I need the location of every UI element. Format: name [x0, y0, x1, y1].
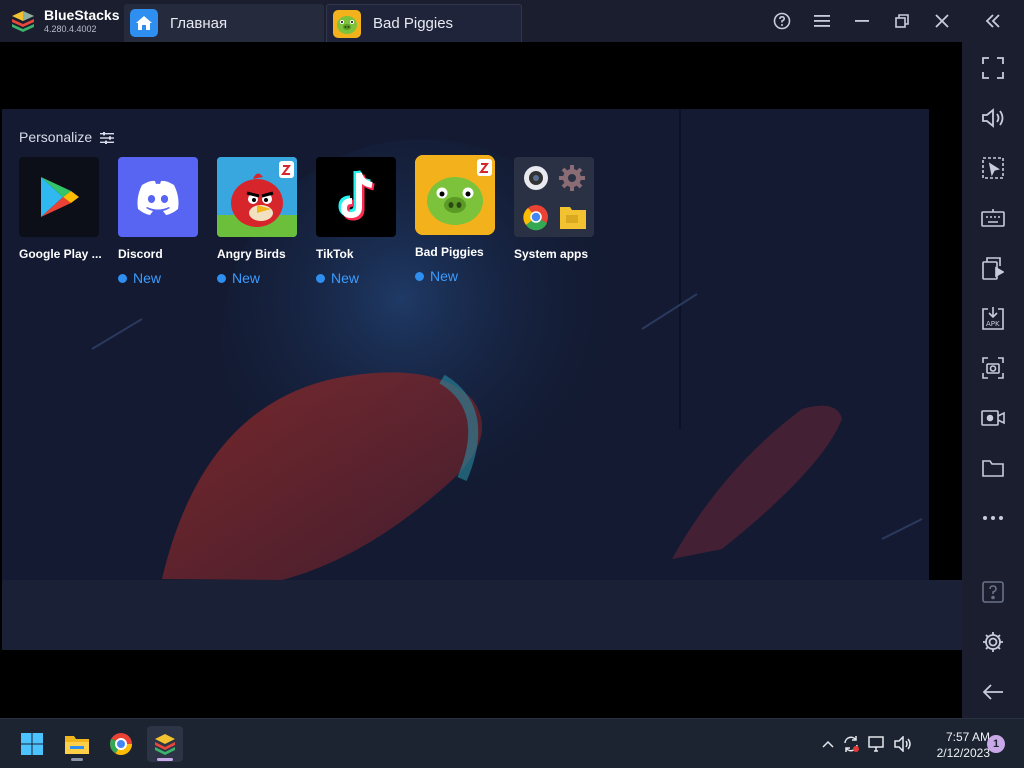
screenshot-icon[interactable]	[962, 348, 1024, 388]
app-bad-piggies[interactable]: Bad Piggies New	[415, 155, 514, 286]
running-indicator	[71, 758, 83, 761]
bluestacks-logo-icon	[10, 8, 36, 34]
new-badge: New	[316, 270, 415, 286]
active-indicator	[157, 758, 173, 761]
personalize-label: Personalize	[19, 129, 93, 145]
record-icon[interactable]	[962, 398, 1024, 438]
tab-bad-piggies-label: Bad Piggies	[373, 15, 454, 32]
new-dot-icon	[118, 273, 127, 283]
new-label: New	[430, 268, 459, 284]
fullscreen-icon[interactable]	[962, 48, 1024, 88]
new-dot-icon	[217, 273, 226, 283]
app-name: TikTok	[316, 247, 354, 261]
more-icon[interactable]	[962, 498, 1024, 538]
angry-birds-icon	[217, 157, 297, 237]
tab-home[interactable]: Главная	[124, 4, 324, 42]
home-icon	[130, 9, 158, 37]
brand-version: 4.280.4.4002	[44, 24, 97, 34]
select-area-icon[interactable]	[962, 148, 1024, 188]
chrome-icon[interactable]	[103, 726, 139, 762]
title-bar: BlueStacks 4.280.4.4002 Главная Bad Pigg…	[0, 0, 1024, 42]
app-grid: Google Play ... Discord New Angry Birds	[19, 155, 613, 286]
bluestacks-brand: BlueStacks 4.280.4.4002	[0, 0, 124, 42]
menu-icon[interactable]	[802, 0, 842, 42]
back-icon[interactable]	[962, 672, 1024, 712]
sync-icon[interactable]	[838, 735, 864, 753]
letterbox-right	[929, 109, 962, 580]
system-tray	[818, 719, 916, 768]
bluestacks-window: BlueStacks 4.280.4.4002 Главная Bad Pigg…	[0, 0, 1024, 768]
help-icon[interactable]	[762, 0, 802, 42]
multi-instance-icon[interactable]	[962, 248, 1024, 288]
tab-home-label: Главная	[170, 14, 228, 32]
tab-bad-piggies[interactable]: Bad Piggies	[326, 4, 522, 42]
discord-icon	[118, 157, 198, 237]
svg-text:APK: APK	[986, 320, 1000, 328]
minimize-icon[interactable]	[842, 0, 882, 42]
windows-start-icon[interactable]	[14, 726, 50, 762]
new-label: New	[331, 270, 360, 286]
bluestacks-icon[interactable]	[147, 726, 183, 762]
google-play-icon	[19, 157, 99, 237]
chevron-up-icon[interactable]	[818, 740, 838, 748]
help-icon[interactable]	[962, 572, 1024, 612]
app-discord[interactable]: Discord New	[118, 157, 217, 286]
collapse-sidebar-icon[interactable]	[962, 0, 1024, 42]
app-system-apps[interactable]: System apps	[514, 157, 613, 286]
app-name: Google Play ...	[19, 247, 102, 261]
bad-piggies-app-icon	[415, 155, 495, 235]
app-google-play[interactable]: Google Play ...	[19, 157, 118, 286]
windows-taskbar: 7:57 AM 2/12/2023	[0, 718, 1024, 768]
app-name: System apps	[514, 247, 589, 261]
app-tiktok[interactable]: TikTok New	[316, 157, 415, 286]
settings-icon[interactable]	[962, 622, 1024, 662]
restore-icon[interactable]	[882, 0, 922, 42]
clock-time: 7:57 AM	[945, 730, 990, 744]
android-home-screen: Personalize Google Play ... Discord New …	[2, 109, 929, 580]
system-apps-folder-icon	[514, 157, 594, 237]
bad-piggies-icon	[333, 9, 361, 38]
brand-name: BlueStacks	[44, 7, 120, 23]
notification-badge[interactable]: 1	[987, 735, 1005, 753]
clock[interactable]: 7:57 AM 2/12/2023	[918, 729, 990, 761]
new-label: New	[232, 270, 261, 286]
network-icon[interactable]	[864, 736, 890, 752]
emulator-display: Personalize Google Play ... Discord New …	[0, 42, 962, 718]
volume-icon[interactable]	[962, 98, 1024, 138]
window-controls	[762, 0, 1024, 42]
clock-date: 2/12/2023	[936, 746, 990, 760]
new-dot-icon	[415, 271, 424, 281]
folder-icon[interactable]	[962, 448, 1024, 488]
app-angry-birds[interactable]: Angry Birds New	[217, 157, 316, 286]
new-dot-icon	[316, 273, 325, 283]
navigation-band	[2, 580, 962, 650]
new-badge: New	[217, 270, 316, 286]
new-label: New	[133, 270, 162, 286]
new-badge: New	[415, 268, 514, 284]
app-name: Angry Birds	[217, 247, 286, 261]
personalize-header[interactable]: Personalize	[19, 129, 115, 145]
install-apk-icon[interactable]: APK	[962, 298, 1024, 338]
new-badge: New	[118, 270, 217, 286]
file-explorer-icon[interactable]	[59, 726, 95, 762]
app-name: Bad Piggies	[415, 245, 484, 259]
speaker-icon[interactable]	[890, 736, 916, 752]
close-icon[interactable]	[922, 0, 962, 42]
tiktok-icon	[316, 157, 396, 237]
app-name: Discord	[118, 247, 163, 261]
tune-icon	[100, 131, 115, 144]
keyboard-icon[interactable]	[962, 198, 1024, 238]
right-sidebar: APK	[962, 42, 1024, 718]
